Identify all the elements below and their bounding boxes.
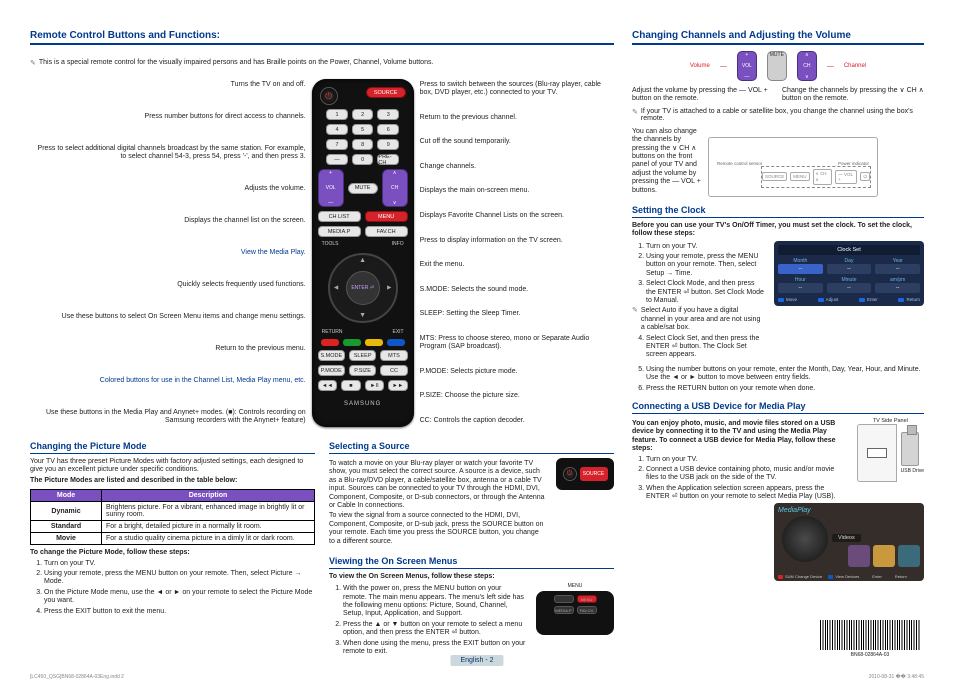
media-play-screen: MediaPlay Videos SUM Change Device View … — [774, 503, 924, 581]
play-button[interactable]: ►II — [365, 380, 385, 391]
ff-button[interactable]: ►► — [388, 380, 408, 391]
film-reel-icon — [782, 516, 828, 562]
mute-button[interactable]: MUTE — [348, 183, 378, 194]
mini-remote-source: ⏻ SOURCE — [556, 458, 614, 490]
volch-diagram: Volume— +VOL— MUTE ∧CH∨ —Channel — [632, 51, 924, 81]
picture-mode-section: Changing the Picture Mode Your TV has th… — [30, 433, 315, 660]
clock-steps-2: Using the number buttons on your remote,… — [646, 366, 924, 393]
remote-callouts-right: Press to switch between the sources (Blu… — [420, 79, 614, 427]
menu-button[interactable]: MENU — [365, 211, 408, 222]
mini-remote-menu: MENU MENU MEDIA.PFAV.CH — [536, 583, 614, 635]
num-7[interactable]: 7 — [326, 139, 348, 150]
num-3[interactable]: 3 — [377, 109, 399, 120]
num-2[interactable]: 2 — [352, 109, 374, 120]
page-number: English - 2 — [450, 655, 503, 666]
ch-rocker-icon: ∧CH∨ — [797, 51, 817, 81]
tv-bezel: Remote control sensor Power indicator SO… — [708, 137, 878, 197]
tools-label: TOOLS — [322, 241, 339, 247]
clock-set-dialog: Clock Set Month-- Day-- Year-- Hour-- Mi… — [774, 241, 924, 306]
source-icon: SOURCE — [580, 467, 608, 481]
arrow-left-icon[interactable]: ◄ — [333, 285, 340, 292]
chlist-button[interactable]: CH LIST — [318, 211, 361, 222]
mute-icon: MUTE — [767, 51, 787, 81]
osm-title: Viewing the On Screen Menus — [329, 556, 614, 569]
info-label: INFO — [392, 241, 404, 247]
source-title: Selecting a Source — [329, 441, 614, 454]
remote-diagram: Turns the TV on and off. Press number bu… — [30, 79, 614, 427]
source-button[interactable]: SOURCE — [366, 87, 406, 98]
psize-button[interactable]: P.SIZE — [349, 365, 376, 376]
num-1[interactable]: 1 — [326, 109, 348, 120]
stop-button[interactable]: ■ — [341, 380, 361, 391]
remote-control: ⏻ SOURCE 123 456 789 — 0PRE-CH +VOL— MUTE… — [312, 79, 414, 427]
yellow-button[interactable] — [365, 339, 383, 346]
dash-button[interactable]: — — [326, 154, 348, 165]
arrow-up-icon[interactable]: ▲ — [359, 257, 366, 264]
usb-port-icon — [867, 448, 887, 458]
return-label: RETURN — [322, 329, 343, 335]
blue-button[interactable] — [387, 339, 405, 346]
mediap-button[interactable]: MEDIA.P — [318, 226, 361, 237]
usb-title: Connecting a USB Device for Media Play — [632, 401, 924, 414]
green-button[interactable] — [343, 339, 361, 346]
manual-page: Remote Control Buttons and Functions: Th… — [0, 0, 954, 686]
picture-mode-table: ModeDescription DynamicBrightens picture… — [30, 489, 315, 545]
num-4[interactable]: 4 — [326, 124, 348, 135]
cc-button[interactable]: CC — [380, 365, 407, 376]
chvol-title: Changing Channels and Adjusting the Volu… — [632, 30, 924, 45]
ch-rocker[interactable]: ∧CH∨ — [382, 169, 408, 207]
tv-front-panel: You can also change the channels by pres… — [632, 126, 924, 197]
tv-side-panel-fig: TV Side Panel USB Drive — [857, 418, 924, 482]
smode-button[interactable]: S.MODE — [318, 350, 345, 361]
brand-logo: SAMSUNG — [344, 401, 381, 407]
usb-drive-icon — [901, 432, 919, 466]
enter-button[interactable]: ENTER ⏎ — [346, 271, 380, 305]
footer-right: 2010-08-31 �� 3:48:45 — [869, 674, 924, 680]
rew-button[interactable]: ◄◄ — [318, 380, 338, 391]
clock-title: Setting the Clock — [632, 205, 924, 218]
chlist-mini — [554, 595, 574, 603]
pmode-button[interactable]: P.MODE — [318, 365, 345, 376]
barcode — [820, 620, 920, 650]
chvol-note: If your TV is attached to a cable or sat… — [632, 108, 924, 122]
favch-button[interactable]: FAV.CH — [365, 226, 408, 237]
picture-title: Changing the Picture Mode — [30, 441, 315, 454]
remote-callouts-left: Turns the TV on and off. Press number bu… — [30, 79, 306, 427]
remote-braille-note: This is a special remote control for the… — [30, 59, 614, 67]
num-5[interactable]: 5 — [352, 124, 374, 135]
vol-rocker[interactable]: +VOL— — [318, 169, 344, 207]
clock-steps: Turn on your TV. Using your remote, pres… — [646, 243, 764, 362]
source-osm-section: Selecting a Source To watch a movie on y… — [329, 433, 614, 660]
mts-button[interactable]: MTS — [380, 350, 407, 361]
num-0[interactable]: 0 — [352, 154, 374, 165]
power-icon: ⏻ — [563, 467, 577, 481]
right-region: Changing Channels and Adjusting the Volu… — [632, 30, 924, 660]
mediap-mini: MEDIA.P — [554, 606, 574, 614]
num-9[interactable]: 9 — [377, 139, 399, 150]
picture-steps: Turn on your TV. Using your remote, pres… — [44, 560, 315, 616]
num-8[interactable]: 8 — [352, 139, 374, 150]
red-button[interactable] — [321, 339, 339, 346]
footer-left: [LC450_QSG]BN68-02864A-03Eng.indd 2 — [30, 674, 124, 680]
prech-button[interactable]: PRE-CH — [377, 154, 399, 165]
left-region: Remote Control Buttons and Functions: Th… — [30, 30, 614, 660]
section-remote-title: Remote Control Buttons and Functions: — [30, 30, 614, 45]
exit-label: EXIT — [393, 329, 404, 335]
osm-steps: With the power on, press the MENU button… — [343, 585, 526, 658]
power-button[interactable]: ⏻ — [320, 87, 338, 105]
barcode-number: BN68-02864A-03 — [820, 652, 920, 658]
usb-steps: Turn on your TV. Connect a USB device co… — [646, 456, 847, 502]
favch-mini: FAV.CH — [577, 606, 597, 614]
arrow-down-icon[interactable]: ▼ — [359, 312, 366, 319]
vol-rocker-icon: +VOL— — [737, 51, 757, 81]
arrow-right-icon[interactable]: ► — [386, 285, 393, 292]
num-6[interactable]: 6 — [377, 124, 399, 135]
sleep-button[interactable]: SLEEP — [349, 350, 376, 361]
dpad[interactable]: ▲ ▼ ◄ ► ENTER ⏎ — [328, 253, 398, 323]
menu-mini: MENU — [577, 595, 597, 603]
